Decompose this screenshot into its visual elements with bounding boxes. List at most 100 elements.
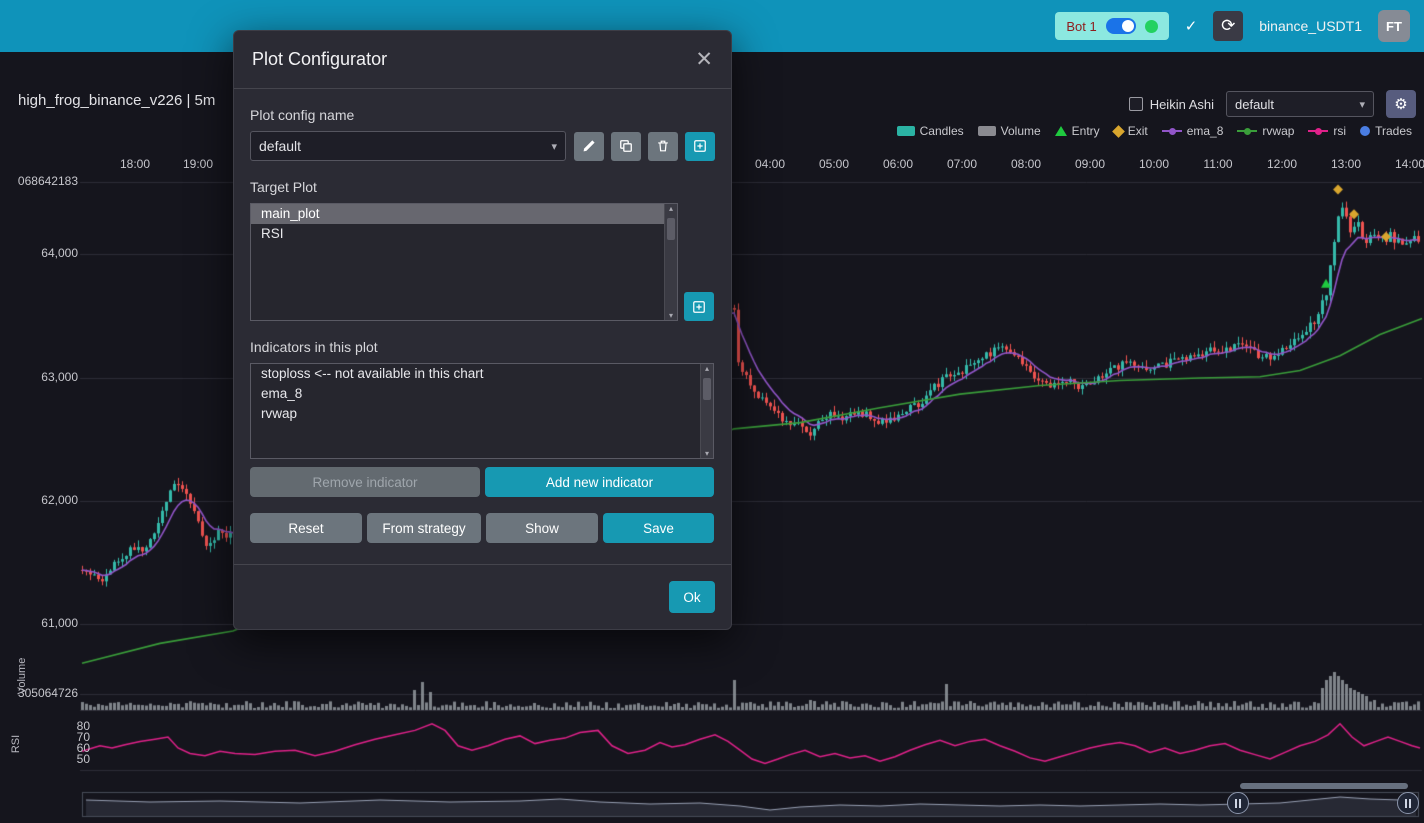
indicator-item[interactable]: ema_8 xyxy=(251,384,713,404)
legend-marker-triangle xyxy=(1055,126,1067,136)
remove-indicator-button[interactable]: Remove indicator xyxy=(250,467,480,497)
legend-marker-circle xyxy=(1360,126,1370,136)
heikin-ashi-checkbox[interactable] xyxy=(1129,97,1143,111)
rename-config-button[interactable] xyxy=(574,132,604,161)
legend-label: rsi xyxy=(1333,124,1346,138)
bot-enable-toggle[interactable] xyxy=(1106,18,1136,34)
chevron-down-icon: ▾ xyxy=(1359,98,1365,111)
refresh-icon: ⟳ xyxy=(1221,16,1235,36)
legend-label: Candles xyxy=(920,124,964,138)
legend-item-candles[interactable]: Candles xyxy=(897,124,964,138)
bot-online-indicator xyxy=(1145,20,1158,33)
chart-legend: Candles Volume Entry Exit ema_8 rvwap rsi Trade… xyxy=(897,124,1412,138)
scrollbar-thumb[interactable] xyxy=(703,378,711,400)
legend-label: Exit xyxy=(1128,124,1148,138)
chevron-down-icon: ▾ xyxy=(551,140,557,153)
add-new-indicator-button[interactable]: Add new indicator xyxy=(485,467,714,497)
legend-marker-line xyxy=(1308,130,1328,132)
modal-footer: Ok xyxy=(234,564,731,629)
scroll-up-icon[interactable]: ▴ xyxy=(705,364,709,373)
gear-icon: ⚙ xyxy=(1394,95,1407,113)
modal-body: Plot config name default ▾ xyxy=(234,89,731,550)
delete-config-button[interactable] xyxy=(648,132,678,161)
indicator-items: stoploss <-- not available in this chart… xyxy=(251,364,713,424)
plot-config-select-value: default xyxy=(259,138,301,154)
ok-button[interactable]: Ok xyxy=(669,581,715,613)
scrollbar[interactable]: ▴ ▾ xyxy=(664,204,677,320)
legend-item-ema_8[interactable]: ema_8 xyxy=(1162,124,1224,138)
add-square-icon xyxy=(692,300,706,314)
chart-title: high_frog_binance_v226 | 5m xyxy=(18,92,215,109)
legend-marker-dot xyxy=(1244,128,1251,135)
datazoom-left-handle[interactable] xyxy=(1227,792,1249,814)
rsi-panel-label: RSI xyxy=(10,714,22,774)
plot-configurator-modal: Plot Configurator ✕ Plot config name def… xyxy=(233,30,732,630)
datazoom-scrollbar[interactable] xyxy=(1240,783,1408,789)
bot-name-label: Bot 1 xyxy=(1066,19,1096,34)
scroll-down-icon[interactable]: ▾ xyxy=(669,311,673,320)
duplicate-config-button[interactable] xyxy=(611,132,641,161)
toggle-knob xyxy=(1122,20,1134,32)
scroll-up-icon[interactable]: ▴ xyxy=(669,204,673,213)
legend-label: Entry xyxy=(1072,124,1100,138)
freqtrade-logo[interactable]: FT xyxy=(1378,10,1410,42)
pencil-icon xyxy=(582,139,596,153)
legend-item-trades[interactable]: Trades xyxy=(1360,124,1412,138)
modal-title: Plot Configurator xyxy=(252,49,387,70)
indicator-item[interactable]: stoploss <-- not available in this chart xyxy=(251,364,713,384)
add-subplot-button[interactable] xyxy=(684,292,714,321)
target-plot-items: main_plotRSI xyxy=(251,204,677,244)
reset-button[interactable]: Reset xyxy=(250,513,362,543)
bot-selector[interactable]: Bot 1 xyxy=(1055,12,1168,40)
chart-controls: Heikin Ashi default ▾ ⚙ xyxy=(1129,90,1416,118)
app-root: Bot 1 ✓ ⟳ binance_USDT1 FT high_frog_bin… xyxy=(0,0,1424,823)
refresh-button[interactable]: ⟳ xyxy=(1213,11,1243,41)
legend-item-entry[interactable]: Entry xyxy=(1055,124,1100,138)
target-plot-listbox[interactable]: main_plotRSI ▴ ▾ xyxy=(250,203,678,321)
plot-config-select[interactable]: default ▾ xyxy=(250,131,566,161)
legend-marker-dot xyxy=(1315,128,1322,135)
save-button[interactable]: Save xyxy=(603,513,714,543)
legend-label: rvwap xyxy=(1262,124,1294,138)
volume-panel-label: Volume xyxy=(16,646,28,706)
legend-marker-line xyxy=(1237,130,1257,132)
plot-config-dropdown[interactable]: default ▾ xyxy=(1226,91,1374,117)
scrollbar[interactable]: ▴ ▾ xyxy=(700,364,713,458)
target-plot-label: Target Plot xyxy=(250,179,715,195)
legend-label: ema_8 xyxy=(1187,124,1224,138)
heikin-ashi-control[interactable]: Heikin Ashi xyxy=(1129,97,1214,112)
legend-marker-rect xyxy=(978,126,996,136)
indicator-item[interactable]: rvwap xyxy=(251,404,713,424)
scroll-down-icon[interactable]: ▾ xyxy=(705,449,709,458)
drag-handle-icon xyxy=(1405,799,1411,808)
topbar-right-group: Bot 1 ✓ ⟳ binance_USDT1 FT xyxy=(1055,10,1424,42)
trash-icon xyxy=(656,139,670,153)
datazoom-right-handle[interactable] xyxy=(1397,792,1419,814)
plot-config-name-label: Plot config name xyxy=(250,107,715,123)
bot-pair-label[interactable]: binance_USDT1 xyxy=(1259,18,1362,34)
legend-item-rvwap[interactable]: rvwap xyxy=(1237,124,1294,138)
target-plot-item[interactable]: RSI xyxy=(251,224,677,244)
close-icon[interactable]: ✕ xyxy=(695,49,713,70)
config-row: default ▾ xyxy=(250,131,715,161)
modal-header: Plot Configurator ✕ xyxy=(234,31,731,89)
legend-item-volume[interactable]: Volume xyxy=(978,124,1041,138)
drag-handle-icon xyxy=(1235,799,1241,808)
legend-marker-diamond xyxy=(1112,125,1125,138)
show-button[interactable]: Show xyxy=(486,513,598,543)
legend-item-rsi[interactable]: rsi xyxy=(1308,124,1346,138)
plot-configurator-gear-button[interactable]: ⚙ xyxy=(1386,90,1416,118)
legend-marker-line xyxy=(1162,130,1182,132)
legend-item-exit[interactable]: Exit xyxy=(1114,124,1148,138)
scrollbar-thumb[interactable] xyxy=(667,218,675,240)
indicators-listbox[interactable]: stoploss <-- not available in this chart… xyxy=(250,363,714,459)
target-plot-row: main_plotRSI ▴ ▾ xyxy=(250,203,715,321)
target-plot-item[interactable]: main_plot xyxy=(251,204,677,224)
heikin-ashi-label: Heikin Ashi xyxy=(1150,97,1214,112)
config-buttons-row: Reset From strategy Show Save xyxy=(250,513,715,543)
from-strategy-button[interactable]: From strategy xyxy=(367,513,481,543)
legend-marker-rect xyxy=(897,126,915,136)
add-config-button[interactable] xyxy=(685,132,715,161)
legend-label: Trades xyxy=(1375,124,1412,138)
legend-marker-dot xyxy=(1169,128,1176,135)
